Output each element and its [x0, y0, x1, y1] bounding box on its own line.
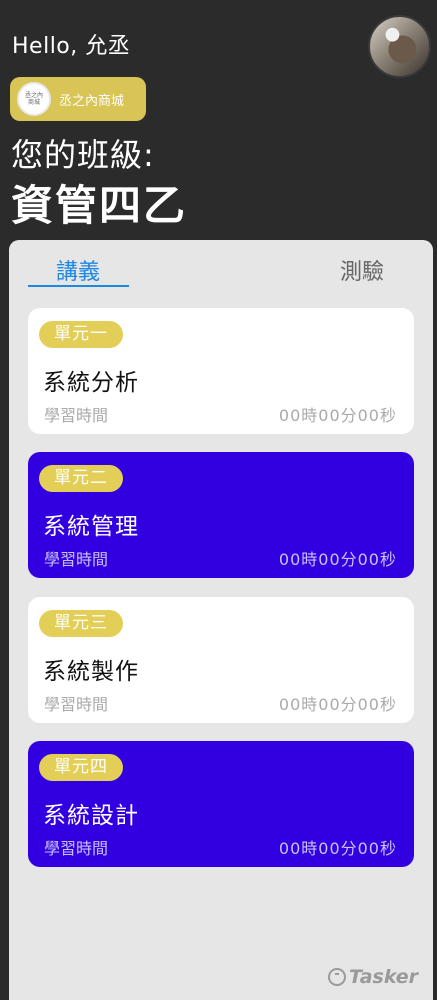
unit-title: 系統管理: [43, 514, 139, 540]
study-time-value: 00時00分00秒: [278, 406, 397, 425]
unit-badge: 單元一: [39, 321, 123, 348]
unit-badge: 單元三: [39, 610, 123, 637]
content-panel: 講義 測驗 單元一 系統分析 學習時間 00時00分00秒 單元二 系統管理 學…: [9, 240, 433, 1000]
tasker-watermark: Tasker: [328, 966, 418, 988]
study-time-value: 00時00分00秒: [278, 695, 397, 714]
user-avatar[interactable]: [368, 15, 431, 78]
study-time-label: 學習時間: [44, 406, 109, 425]
study-time-label: 學習時間: [44, 839, 109, 858]
shop-button[interactable]: 丞之內 商城 丞之內商城: [10, 77, 146, 121]
unit-card-3[interactable]: 單元三 系統製作 學習時間 00時00分00秒: [28, 597, 414, 723]
tab-notes[interactable]: 講義: [56, 254, 100, 286]
unit-card-1[interactable]: 單元一 系統分析 學習時間 00時00分00秒: [28, 308, 414, 434]
active-tab-indicator: [28, 285, 129, 287]
shop-logo-icon: 丞之內 商城: [17, 82, 51, 116]
unit-card-4[interactable]: 單元四 系統設計 學習時間 00時00分00秒: [28, 741, 414, 867]
class-label: 您的班級:: [11, 136, 155, 174]
greeting-text: Hello, 允丞: [12, 34, 131, 59]
tasker-logo-icon: [328, 968, 346, 986]
shop-label: 丞之內商城: [59, 93, 125, 109]
study-time-value: 00時00分00秒: [278, 839, 397, 858]
study-time-label: 學習時間: [44, 550, 109, 569]
unit-title: 系統設計: [43, 803, 139, 829]
tab-quiz[interactable]: 測驗: [340, 254, 384, 286]
class-name: 資管四乙: [11, 181, 188, 230]
unit-badge: 單元四: [39, 754, 123, 781]
watermark-text: Tasker: [349, 966, 419, 988]
unit-card-2[interactable]: 單元二 系統管理 學習時間 00時00分00秒: [28, 452, 414, 578]
unit-title: 系統製作: [43, 659, 139, 685]
study-time-label: 學習時間: [44, 695, 109, 714]
unit-title: 系統分析: [43, 370, 139, 396]
unit-badge: 單元二: [39, 465, 123, 492]
study-time-value: 00時00分00秒: [278, 550, 397, 569]
